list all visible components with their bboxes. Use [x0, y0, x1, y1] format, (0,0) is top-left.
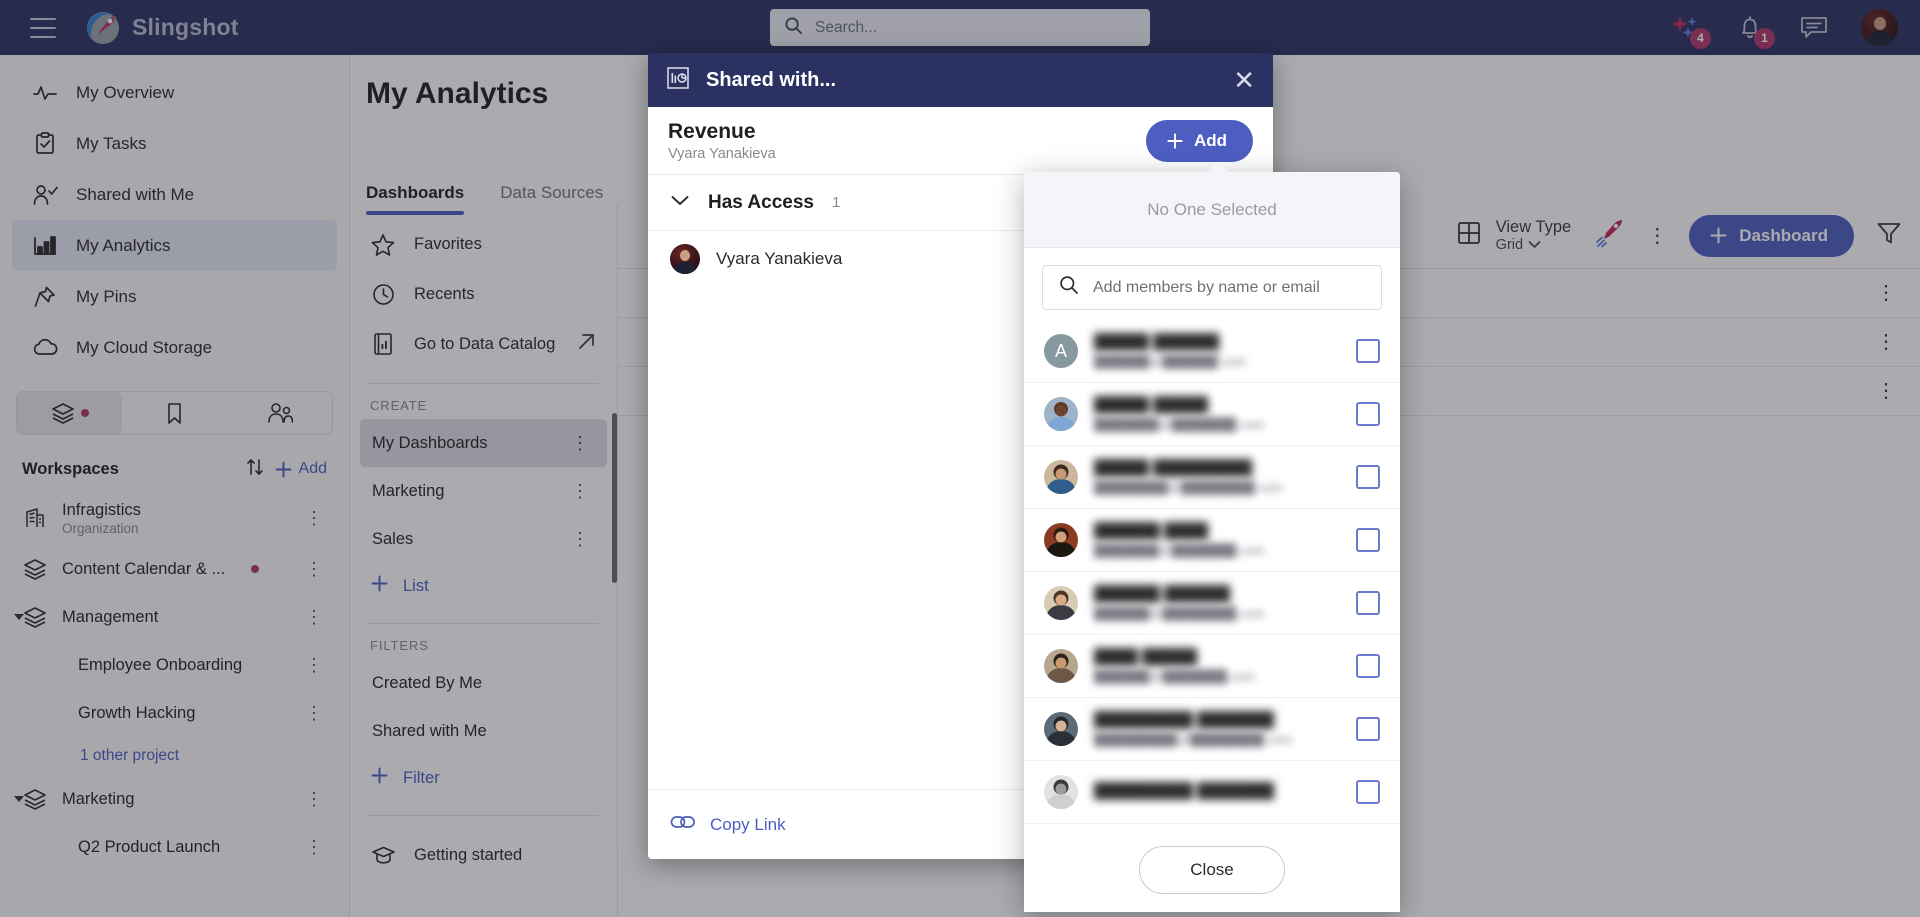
avatar [1044, 649, 1078, 683]
member-name: █████████ ███████ [1094, 781, 1275, 799]
member-row[interactable]: ██████ ████ ███████@███████.com [1024, 509, 1400, 572]
member-checkbox[interactable] [1356, 717, 1380, 741]
app-root: Slingshot 4 [0, 0, 1920, 917]
member-checkbox[interactable] [1356, 465, 1380, 489]
add-members-button[interactable]: Add [1145, 119, 1253, 162]
member-row[interactable]: A █████ ██████ ██████@██████.com [1024, 320, 1400, 383]
member-email: ██████@████████.com [1094, 606, 1265, 621]
member-row[interactable]: ██████ ██████ ██████@████████.com [1024, 572, 1400, 635]
analytics-icon [666, 66, 690, 95]
shared-item-owner: Vyara Yanakieva [668, 145, 776, 162]
member-email: ██████@██████.com [1094, 354, 1246, 369]
copy-link-button[interactable]: Copy Link [710, 815, 786, 835]
member-candidate-list[interactable]: A █████ ██████ ██████@██████.com █████ █… [1024, 320, 1400, 828]
member-checkbox[interactable] [1356, 402, 1380, 426]
share-dialog-header: Shared with... ✕ [648, 53, 1273, 107]
shared-item-name: Revenue [668, 119, 756, 143]
member-row[interactable]: ████ █████ ██████@███████.com [1024, 635, 1400, 698]
member-row[interactable]: █████████ ███████ █████████@████████.com [1024, 698, 1400, 761]
member-row[interactable]: █████ █████ ███████@███████.com [1024, 383, 1400, 446]
avatar [1044, 586, 1078, 620]
member-email: ███████@███████.com [1094, 543, 1265, 558]
avatar [1044, 460, 1078, 494]
member-email: ███████@███████.com [1094, 417, 1265, 432]
member-row[interactable]: █████ █████████ ████████@████████.com [1024, 446, 1400, 509]
member-email: ████████@████████.com [1094, 480, 1283, 495]
has-access-title: Has Access [708, 191, 814, 213]
avatar [1044, 712, 1078, 746]
member-name: █████ █████ [1094, 396, 1209, 413]
has-access-count: 1 [831, 194, 841, 211]
add-members-label: Add [1193, 130, 1227, 150]
link-icon [670, 814, 696, 835]
member-name: █████ ██████ [1094, 333, 1220, 350]
member-name: ████ █████ [1094, 648, 1198, 665]
member-search-field[interactable] [1042, 265, 1382, 310]
chevron-down-icon[interactable] [670, 194, 690, 212]
member-checkbox[interactable] [1356, 654, 1380, 678]
close-icon[interactable]: ✕ [1233, 67, 1255, 93]
member-email: ██████@███████.com [1094, 669, 1256, 684]
share-dialog-title: Shared with... [706, 68, 837, 91]
member-name: █████████ ███████ [1094, 711, 1275, 728]
close-picker-button[interactable]: Close [1139, 846, 1285, 894]
avatar [670, 244, 700, 274]
plus-icon [1167, 132, 1183, 149]
search-icon [1059, 275, 1079, 300]
selected-members-area: No One Selected [1024, 172, 1400, 248]
avatar [1044, 775, 1078, 809]
access-member-name: Vyara Yanakieva [716, 249, 843, 268]
avatar [1044, 397, 1078, 431]
avatar [1044, 523, 1078, 557]
member-name: ██████ ████ [1094, 522, 1209, 539]
no-one-selected-label: No One Selected [1147, 199, 1277, 219]
member-checkbox[interactable] [1356, 528, 1380, 552]
member-name: ██████ ██████ [1094, 585, 1231, 602]
member-checkbox[interactable] [1356, 591, 1380, 615]
member-picker-footer: Close [1024, 828, 1400, 912]
member-name: █████ █████████ [1094, 459, 1253, 476]
member-email: █████████@████████.com [1094, 732, 1292, 747]
avatar-initial: A [1044, 334, 1078, 368]
member-search-input[interactable] [1093, 278, 1365, 297]
member-checkbox[interactable] [1356, 780, 1380, 804]
member-checkbox[interactable] [1356, 339, 1380, 363]
member-picker-popover: No One Selected A █████ ██████ ██████@██… [1024, 162, 1400, 912]
member-row[interactable]: █████████ ███████ [1024, 761, 1400, 824]
shared-item-info: Revenue Vyara Yanakieva Add [648, 107, 1273, 175]
